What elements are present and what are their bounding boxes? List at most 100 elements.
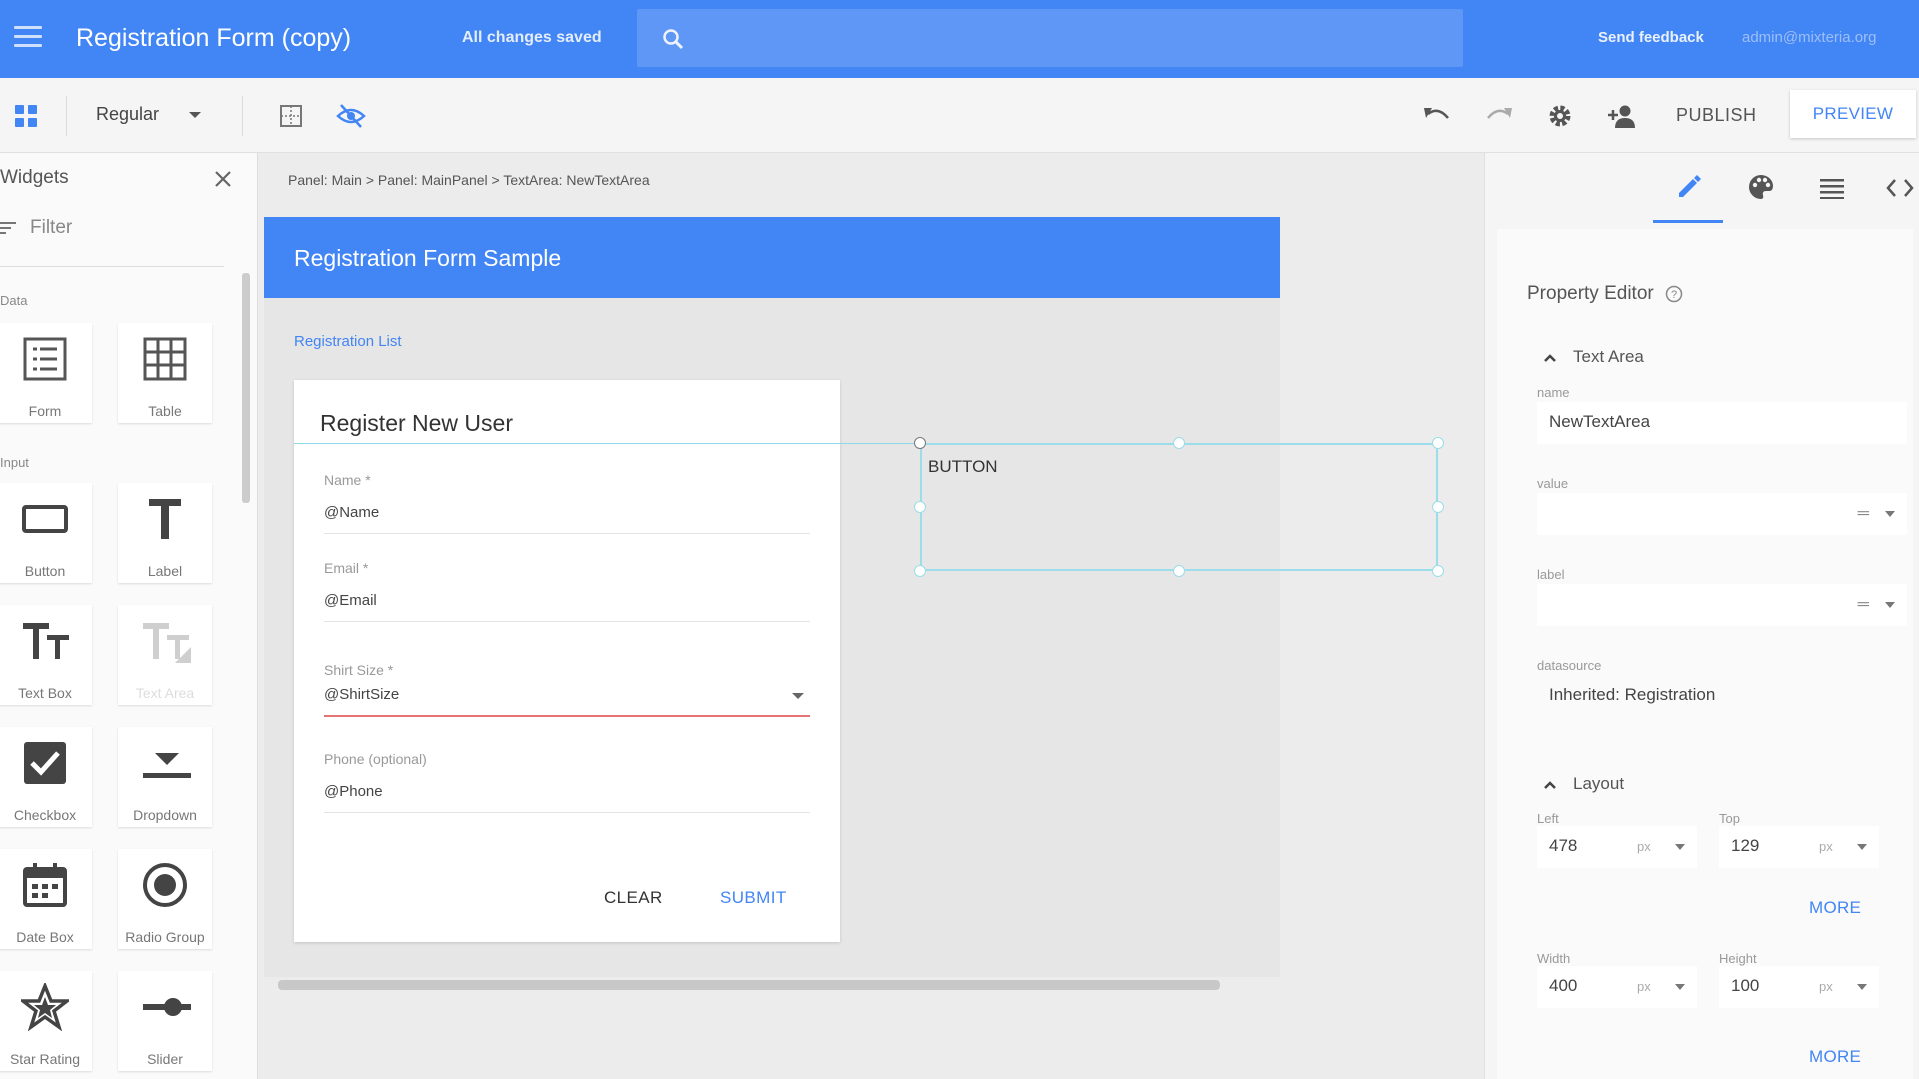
register-user-card[interactable]: Register New User Name * @Name Email * @…	[294, 380, 840, 942]
search-input[interactable]	[637, 9, 1463, 67]
chevron-down-icon[interactable]	[1675, 984, 1685, 990]
field-label: Email *	[324, 560, 369, 576]
apps-grid-icon[interactable]	[14, 104, 38, 128]
filter-icon	[0, 221, 16, 234]
widget-checkbox[interactable]: Checkbox	[0, 727, 92, 827]
widget-dropdown[interactable]: Dropdown	[118, 727, 212, 827]
email-field[interactable]: Email * @Email	[324, 560, 810, 622]
widget-label: Slider	[147, 1051, 183, 1067]
chevron-down-icon[interactable]	[1857, 984, 1867, 990]
rotate-handle[interactable]	[914, 437, 926, 449]
breadcrumb[interactable]: Panel: Main > Panel: MainPanel > TextAre…	[288, 172, 650, 188]
add-person-icon[interactable]	[1606, 102, 1638, 130]
name-field[interactable]: Name * @Name	[324, 472, 810, 534]
help-icon[interactable]: ?	[1665, 285, 1683, 303]
style-select-value: Regular	[96, 104, 160, 124]
redo-icon[interactable]	[1484, 104, 1514, 128]
width-input[interactable]: 400 px	[1537, 966, 1697, 1008]
chevron-down-icon	[189, 112, 202, 119]
widget-form[interactable]: Form	[0, 323, 92, 423]
svg-text:?: ?	[1671, 289, 1677, 301]
widgets-panel: Widgets Filter Data Form Table Input But…	[0, 153, 258, 1079]
phone-field[interactable]: Phone (optional) @Phone	[324, 751, 810, 813]
height-label: Height	[1719, 951, 1757, 966]
value-input[interactable]: ═	[1537, 493, 1907, 535]
list-icon[interactable]	[1819, 177, 1845, 199]
style-select[interactable]: Regular	[96, 104, 202, 125]
group-title: Layout	[1573, 774, 1625, 793]
datasource-value[interactable]: Inherited: Registration	[1537, 675, 1907, 717]
submit-button[interactable]: SUBMIT	[720, 888, 787, 908]
chevron-down-icon[interactable]	[1857, 844, 1867, 850]
chevron-down-icon[interactable]	[1675, 844, 1685, 850]
resize-handle-top-right[interactable]	[1432, 437, 1444, 449]
property-editor-title-text: Property Editor	[1527, 283, 1654, 304]
label-input[interactable]: ═	[1537, 584, 1907, 626]
grid-layout-icon[interactable]	[279, 104, 303, 128]
close-icon[interactable]	[214, 170, 232, 188]
widget-date-box[interactable]: Date Box	[0, 849, 92, 949]
widget-slider[interactable]: Slider	[118, 971, 212, 1071]
widget-filter-input[interactable]: Filter	[0, 217, 72, 239]
resize-handle-left[interactable]	[914, 501, 926, 513]
send-feedback-link[interactable]: Send feedback	[1598, 29, 1704, 46]
widgets-panel-title: Widgets	[0, 167, 69, 188]
resize-handle-bottom[interactable]	[1173, 565, 1185, 577]
widgets-scrollbar[interactable]	[242, 273, 250, 503]
widget-button[interactable]: Button	[0, 483, 92, 583]
settings-gear-icon[interactable]	[1546, 102, 1574, 130]
checkbox-icon	[24, 742, 66, 784]
user-email[interactable]: admin@mixteria.org	[1742, 29, 1876, 46]
selected-text-area[interactable]	[920, 443, 1438, 571]
dropdown-icon	[143, 753, 191, 778]
banner-title: Registration Form Sample	[294, 245, 562, 271]
widget-radio-group[interactable]: Radio Group	[118, 849, 212, 949]
layout-group-header[interactable]: Layout	[1543, 774, 1624, 794]
text-area-group-header[interactable]: Text Area	[1543, 347, 1644, 367]
app-title: Registration Form (copy)	[76, 24, 352, 52]
chevron-down-icon	[792, 693, 804, 699]
palette-icon[interactable]	[1747, 173, 1775, 201]
top-input[interactable]: 129 px	[1719, 826, 1879, 868]
publish-button[interactable]: PUBLISH	[1676, 105, 1757, 126]
form-banner[interactable]: Registration Form Sample	[264, 217, 1280, 298]
name-input[interactable]: NewTextArea	[1537, 402, 1907, 444]
widget-label: Date Box	[16, 929, 74, 945]
visibility-off-icon[interactable]	[336, 102, 366, 130]
widget-text-area[interactable]: Text Area	[118, 605, 212, 705]
widget-table[interactable]: Table	[118, 323, 212, 423]
shirt-size-dropdown[interactable]: Shirt Size * @ShirtSize	[324, 662, 810, 717]
widget-label-item[interactable]: Label	[118, 483, 212, 583]
property-tabs	[1485, 153, 1919, 225]
layout-more-button[interactable]: MORE	[1809, 898, 1861, 918]
canvas-horizontal-scrollbar[interactable]	[278, 980, 1220, 990]
registration-list-link[interactable]: Registration List	[294, 333, 402, 350]
hamburger-menu-icon[interactable]	[14, 26, 42, 48]
resize-handle-right[interactable]	[1432, 501, 1444, 513]
edit-pencil-icon[interactable]	[1675, 173, 1703, 201]
resize-handle-top[interactable]	[1173, 437, 1185, 449]
binding-equals-icon[interactable]: ═	[1858, 505, 1869, 523]
undo-icon[interactable]	[1422, 104, 1452, 128]
chevron-down-icon[interactable]	[1885, 602, 1895, 608]
binding-equals-icon[interactable]: ═	[1858, 596, 1869, 614]
left-input[interactable]: 478 px	[1537, 826, 1697, 868]
resize-handle-bottom-left[interactable]	[914, 565, 926, 577]
clear-button[interactable]: CLEAR	[604, 888, 663, 908]
field-label: Shirt Size *	[324, 662, 394, 678]
name-label: name	[1537, 385, 1570, 400]
left-value: 478	[1549, 836, 1578, 855]
width-label: Width	[1537, 951, 1571, 966]
widget-text-box[interactable]: Text Box	[0, 605, 92, 705]
top-label: Top	[1719, 811, 1740, 826]
size-more-button[interactable]: MORE	[1809, 1047, 1861, 1067]
widget-star-rating[interactable]: Star Rating	[0, 971, 92, 1071]
preview-button[interactable]: PREVIEW	[1790, 90, 1916, 138]
field-label: Phone (optional)	[324, 751, 427, 767]
code-icon[interactable]	[1885, 177, 1915, 199]
chevron-down-icon[interactable]	[1885, 511, 1895, 517]
widget-label: Form	[28, 403, 62, 419]
textarea-icon	[143, 623, 191, 663]
resize-handle-bottom-right[interactable]	[1432, 565, 1444, 577]
height-input[interactable]: 100 px	[1719, 966, 1879, 1008]
